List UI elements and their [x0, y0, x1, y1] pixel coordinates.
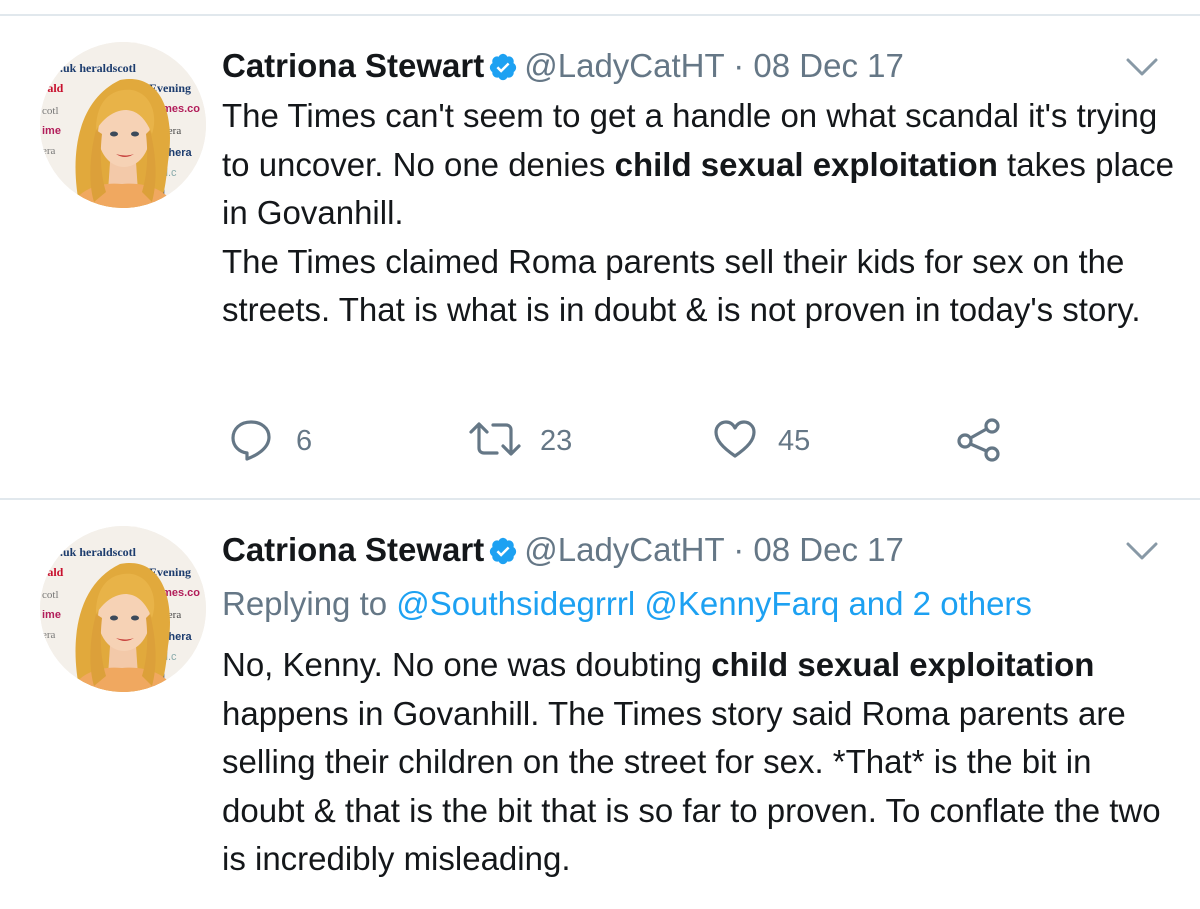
retweet-count: 23 [540, 424, 573, 457]
avatar-bg-text: cotl [42, 105, 59, 117]
replying-to-label: Replying to [222, 585, 397, 622]
retweet-button[interactable]: 23 [468, 416, 572, 466]
reply-count: 6 [296, 424, 313, 457]
tweet-header: Catriona Stewart @LadyCatHT · 08 Dec 17 [222, 528, 904, 572]
like-count: 45 [778, 424, 811, 457]
separator-dot: · [733, 531, 745, 568]
separator-dot: · [733, 47, 745, 84]
tweet-header: Catriona Stewart @LadyCatHT · 08 Dec 17 [222, 44, 904, 88]
author-handle[interactable]: @LadyCatHT [524, 47, 724, 84]
reply-button[interactable]: 6 [228, 416, 312, 466]
avatar-bg-text: rald [42, 81, 64, 95]
share-button[interactable] [954, 416, 1004, 466]
retweet-icon [468, 416, 522, 467]
chevron-down-icon[interactable] [1122, 536, 1162, 566]
tweet-paragraph: No, Kenny. No one was doubting child sex… [222, 646, 1161, 877]
like-button[interactable]: 45 [712, 416, 810, 466]
avatar-bg-text: .uk heraldscotl [60, 545, 137, 559]
tweet-paragraph: The Times claimed Roma parents sell thei… [222, 242, 1141, 329]
tweet-text: No, Kenny. No one was doubting child sex… [222, 641, 1182, 884]
tweet-date[interactable]: 08 Dec 17 [753, 531, 903, 568]
tweet-text: The Times can't seem to get a handle on … [222, 92, 1182, 335]
chevron-down-icon[interactable] [1122, 52, 1162, 82]
avatar-bg-text: .uk heraldscotl [60, 61, 137, 75]
replying-to: Replying to @Southsidegrrrl @KennyFarq a… [222, 580, 1032, 628]
author-name[interactable]: Catriona Stewart [222, 531, 484, 568]
avatar-bg-text: ime [42, 125, 61, 137]
bold-phrase: child sexual exploitation [711, 646, 1095, 683]
like-icon [712, 416, 758, 467]
avatar-bg-text: rald [42, 565, 64, 579]
avatar-bg-text: cotl [42, 589, 59, 601]
tweet-1[interactable]: .uk heraldscotl rald ld Evening cotl ing… [0, 0, 1200, 500]
reply-icon [228, 416, 274, 467]
avatar-bg-text: ime [42, 609, 61, 621]
avatar-bg-text: era [42, 145, 56, 157]
verified-badge-icon [488, 533, 518, 577]
avatar[interactable]: .uk heraldscotl rald ld Evening cotl ing… [40, 42, 206, 208]
avatar[interactable]: .uk heraldscotl rald ld Evening cotl ing… [40, 526, 206, 692]
verified-badge-icon [488, 49, 518, 93]
tweet-paragraph: The Times can't seem to get a handle on … [222, 97, 1174, 231]
avatar-bg-text: era [42, 629, 56, 641]
replying-to-mentions[interactable]: @Southsidegrrrl @KennyFarq and 2 others [396, 585, 1032, 622]
share-icon [954, 414, 1004, 469]
author-handle[interactable]: @LadyCatHT [524, 531, 724, 568]
author-name[interactable]: Catriona Stewart [222, 47, 484, 84]
tweet-2[interactable]: .uk heraldscotl rald ld Evening cotl ing… [0, 500, 1200, 909]
tweet-date[interactable]: 08 Dec 17 [753, 47, 903, 84]
bold-phrase: child sexual exploitation [614, 145, 998, 183]
